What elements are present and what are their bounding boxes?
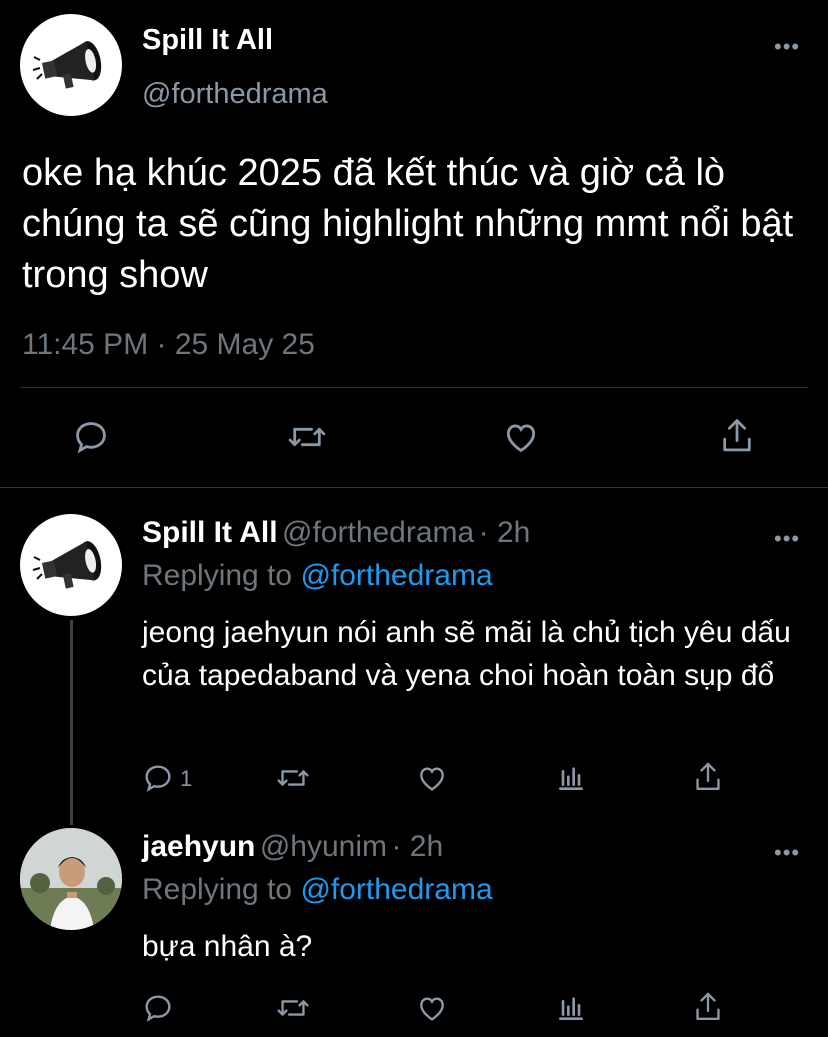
analytics-icon[interactable] [555, 992, 587, 1024]
avatar[interactable] [20, 828, 122, 930]
tweet-text: oke hạ khúc 2025 đã kết thúc và giờ cả l… [22, 152, 794, 296]
tweet-timestamp[interactable]: 11:45 PM · 25 May 25 [22, 328, 315, 362]
reply-author-name[interactable]: jaehyun [142, 830, 255, 863]
reply-time[interactable]: · 2h [479, 516, 531, 549]
replying-to-link[interactable]: @forthedrama [300, 559, 492, 592]
like-icon[interactable] [416, 992, 448, 1024]
more-options-icon[interactable]: ••• [774, 840, 800, 866]
more-options-icon[interactable]: ••• [774, 34, 800, 60]
reply-author-handle[interactable]: @forthedrama [282, 516, 474, 549]
analytics-icon[interactable] [555, 762, 587, 794]
retweet-icon[interactable] [276, 992, 310, 1024]
retweet-icon[interactable] [276, 762, 310, 794]
reply-author-name[interactable]: Spill It All [142, 516, 278, 549]
reply-time[interactable]: · 2h [391, 830, 443, 863]
reply-text: bựa nhân à? [142, 930, 313, 963]
divider [20, 387, 808, 388]
thread-line [70, 620, 73, 825]
section-divider [0, 487, 828, 488]
reply-text: jeong jaehyun nói anh sẽ mãi là chủ tịch… [142, 616, 791, 692]
replying-prefix: Replying to [142, 559, 301, 592]
reply-icon[interactable] [142, 992, 174, 1024]
retweet-icon[interactable] [287, 418, 327, 456]
reply-author-handle[interactable]: @hyunim [260, 830, 387, 863]
replying-prefix: Replying to [142, 873, 301, 906]
replying-to: Replying to @forthedrama [142, 873, 493, 907]
megaphone-icon [32, 541, 102, 589]
reply-icon[interactable] [142, 762, 174, 794]
avatar[interactable] [20, 14, 122, 116]
person-photo-icon [20, 828, 122, 930]
reply-header: jaehyun @hyunim · 2h [142, 830, 443, 864]
replying-to: Replying to @forthedrama [142, 559, 493, 593]
more-options-icon[interactable]: ••• [774, 526, 800, 552]
share-icon[interactable] [718, 416, 756, 456]
replying-to-link[interactable]: @forthedrama [300, 873, 492, 906]
share-icon[interactable] [692, 760, 724, 794]
reply-count: 1 [180, 766, 193, 791]
avatar[interactable] [20, 514, 122, 616]
author-name[interactable]: Spill It All [142, 24, 273, 57]
share-icon[interactable] [692, 990, 724, 1024]
reply-header: Spill It All @forthedrama · 2h [142, 516, 530, 550]
reply-icon[interactable] [72, 418, 110, 456]
author-handle[interactable]: @forthedrama [142, 78, 328, 111]
like-icon[interactable] [502, 418, 540, 456]
like-icon[interactable] [416, 762, 448, 794]
megaphone-icon [32, 41, 102, 89]
